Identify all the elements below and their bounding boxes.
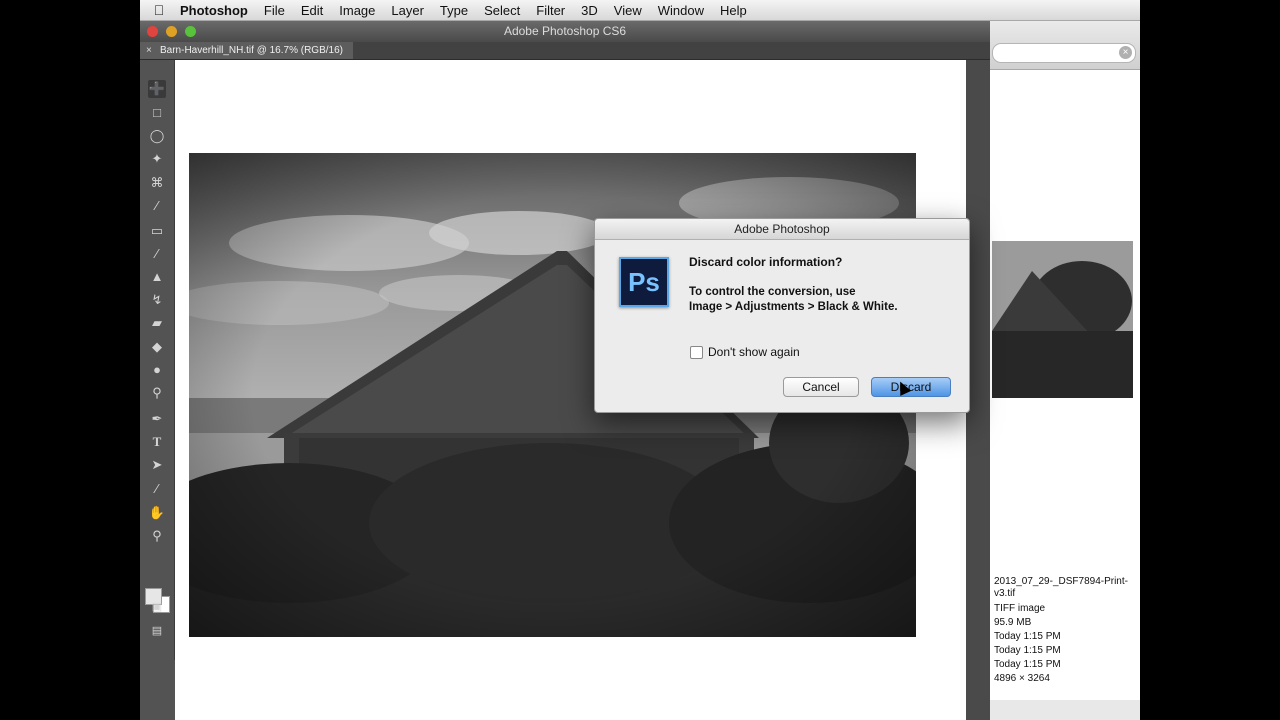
- menu-layer[interactable]: Layer: [383, 3, 432, 18]
- screen-mode-icon[interactable]: ▤: [148, 622, 166, 640]
- document-tab-bar: × Barn-Haverhill_NH.tif @ 16.7% (RGB/16): [140, 42, 990, 60]
- finder-toolbar: ×: [990, 21, 1140, 70]
- dialog-message: To control the conversion, use Image > A…: [689, 285, 898, 315]
- lasso-tool-icon[interactable]: ◯: [148, 127, 166, 145]
- finder-preview-pane: 2013_07_29-_DSF7894-Print-v3.tif TIFF im…: [990, 70, 1140, 700]
- tools-panel: ➕ □ ◯ ✦ ⌘ ∕ ▭ ⁄ ▲ ↯ ▰ ◆ ● ⚲ ✒ T ➤ ∕ ✋ ⚲ …: [140, 60, 175, 660]
- dialog-heading: Discard color information?: [689, 255, 843, 269]
- healing-brush-icon[interactable]: ▭: [148, 222, 166, 240]
- menu-edit[interactable]: Edit: [293, 3, 331, 18]
- discard-button[interactable]: Discard: [871, 377, 951, 397]
- menu-select[interactable]: Select: [476, 3, 528, 18]
- preview-graphic: [992, 241, 1133, 398]
- type-tool-icon[interactable]: T: [148, 433, 166, 451]
- photoshop-logo-icon: Ps: [619, 257, 669, 307]
- magic-wand-icon[interactable]: ✦: [148, 150, 166, 168]
- file-kind: TIFF image: [994, 603, 1046, 614]
- blur-tool-icon[interactable]: ●: [148, 361, 166, 379]
- close-window-button[interactable]: [147, 26, 158, 37]
- clear-search-icon[interactable]: ×: [1119, 46, 1132, 59]
- menu-app-photoshop[interactable]: Photoshop: [178, 3, 256, 18]
- brush-tool-icon[interactable]: ⁄: [148, 245, 166, 263]
- menu-filter[interactable]: Filter: [528, 3, 573, 18]
- file-modified: Today 1:15 PM: [994, 645, 1061, 656]
- menu-3d[interactable]: 3D: [573, 3, 606, 18]
- menu-window[interactable]: Window: [650, 3, 712, 18]
- file-preview-thumbnail: [992, 241, 1133, 398]
- screen:  Photoshop File Edit Image Layer Type S…: [140, 0, 1140, 720]
- zoom-tool-icon[interactable]: ⚲: [148, 527, 166, 545]
- document-tab[interactable]: × Barn-Haverhill_NH.tif @ 16.7% (RGB/16): [140, 42, 353, 59]
- menu-bar:  Photoshop File Edit Image Layer Type S…: [140, 0, 1140, 21]
- menu-view[interactable]: View: [606, 3, 650, 18]
- eraser-icon[interactable]: ▰: [148, 314, 166, 332]
- marquee-tool-icon[interactable]: □: [148, 104, 166, 122]
- history-brush-icon[interactable]: ↯: [148, 291, 166, 309]
- file-last-opened: Today 1:15 PM: [994, 659, 1061, 670]
- minimize-window-button[interactable]: [166, 26, 177, 37]
- dont-show-again-row[interactable]: Don't show again: [690, 345, 800, 359]
- line-tool-icon[interactable]: ∕: [148, 480, 166, 498]
- document-tab-label: Barn-Haverhill_NH.tif @ 16.7% (RGB/16): [160, 45, 343, 56]
- hand-tool-icon[interactable]: ✋: [148, 504, 166, 522]
- file-created: Today 1:15 PM: [994, 631, 1061, 642]
- menu-help[interactable]: Help: [712, 3, 755, 18]
- menu-file[interactable]: File: [256, 3, 293, 18]
- paint-bucket-icon[interactable]: ◆: [148, 338, 166, 356]
- move-tool-icon[interactable]: ➕: [148, 80, 166, 98]
- menu-image[interactable]: Image: [331, 3, 383, 18]
- eyedropper-icon[interactable]: ∕: [148, 197, 166, 215]
- finder-search-field[interactable]: ×: [992, 43, 1136, 63]
- window-titlebar[interactable]: Adobe Photoshop CS6: [140, 21, 990, 42]
- zoom-window-button[interactable]: [185, 26, 196, 37]
- cancel-button[interactable]: Cancel: [783, 377, 859, 397]
- file-name: 2013_07_29-_DSF7894-Print-v3.tif: [994, 576, 1128, 599]
- pen-tool-icon[interactable]: ✒: [148, 410, 166, 428]
- dialog-title: Adobe Photoshop: [595, 219, 969, 240]
- file-size: 95.9 MB: [994, 617, 1032, 628]
- dialog-message-line-2: Image > Adjustments > Black & White.: [689, 301, 898, 313]
- apple-menu-icon[interactable]: : [140, 2, 178, 18]
- crop-tool-icon[interactable]: ⌘: [148, 174, 166, 192]
- clone-stamp-icon[interactable]: ▲: [148, 268, 166, 286]
- dont-show-again-label[interactable]: Don't show again: [708, 345, 800, 359]
- file-info: 2013_07_29-_DSF7894-Print-v3.tif TIFF im…: [994, 576, 1134, 686]
- dont-show-again-checkbox[interactable]: [690, 345, 703, 359]
- discard-color-dialog: Adobe Photoshop Ps Discard color informa…: [594, 218, 970, 413]
- file-dimensions: 4896 × 3264: [994, 673, 1050, 684]
- quick-mask-icon[interactable]: ▣: [148, 598, 166, 616]
- dodge-tool-icon[interactable]: ⚲: [148, 384, 166, 402]
- dialog-message-line-1: To control the conversion, use: [689, 286, 856, 298]
- close-tab-icon[interactable]: ×: [146, 42, 152, 59]
- window-title: Adobe Photoshop CS6: [503, 24, 627, 38]
- finder-window: × 2013_07_29-_DSF7894-Print-v3.tif TIFF …: [990, 21, 1140, 720]
- path-selection-icon[interactable]: ➤: [148, 456, 166, 474]
- menu-type[interactable]: Type: [432, 3, 476, 18]
